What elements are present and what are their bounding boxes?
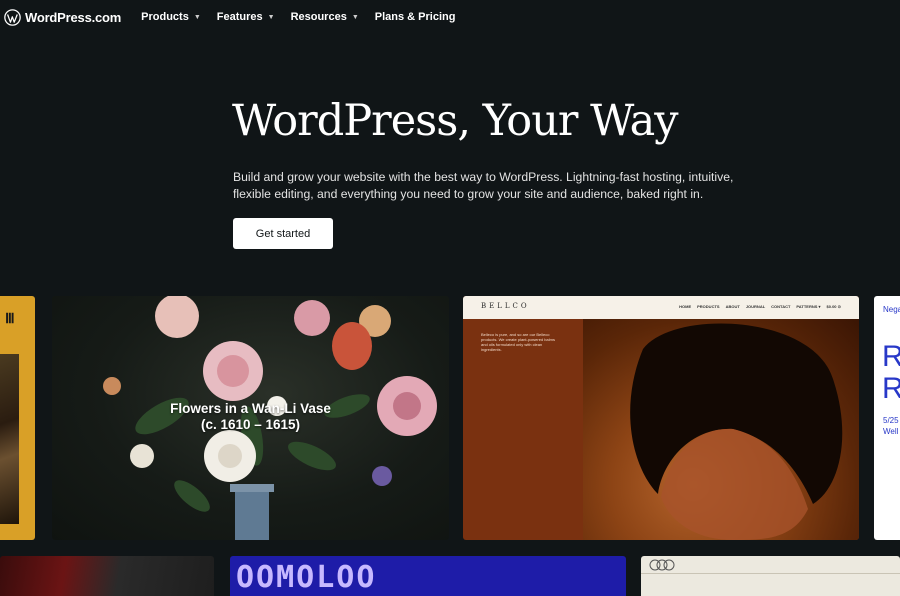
belleco-link: CONTACT [771,304,791,309]
portrait-photo [583,319,859,540]
belleco-header: BELLCO HOME PRODUCTS ABOUT JOURNAL CONTA… [463,296,859,319]
white-card-nav: Nega [883,305,900,314]
painting-image [0,354,19,524]
hero-title: WordPress, Your Way [232,96,678,146]
nav-plans-pricing-label: Plans & Pricing [374,11,456,23]
white-card-heading-2: R [882,372,900,405]
showcase-card-blue[interactable]: OOMOLOO [230,556,626,596]
showcase-card-red[interactable] [0,556,214,596]
flowers-caption-line2: (c. 1610 – 1615) [200,417,301,432]
chevron-down-icon: ▼ [267,13,275,21]
belleco-brand: BELLCO [481,302,530,310]
white-card-venue: Well [883,427,899,436]
belleco-nav: HOME PRODUCTS ABOUT JOURNAL CONTACT PATT… [679,304,841,309]
cream-card-header [641,556,900,574]
nav-plans-pricing[interactable]: Plans & Pricing [375,11,456,23]
flowers-caption-line1: Flowers in a Wan-Li Vase [170,401,331,416]
showcase-card-white[interactable]: Nega R R 5/25 Well [874,296,900,540]
nav-resources[interactable]: Resources ▼ [291,11,359,23]
showcase-card-flowers[interactable]: Flowers in a Wan-Li Vase (c. 1610 – 1615… [52,296,449,540]
chevron-down-icon: ▼ [193,13,201,21]
nav-features[interactable]: Features ▼ [217,11,275,23]
belleco-link: $0.00 ⊙ [826,304,841,309]
showcase-card-yellow[interactable]: Ⅲ [0,296,35,540]
white-card-meta: 5/25 Well [883,415,899,437]
nav-resources-label: Resources [290,11,347,23]
logo-text: WordPress.com [25,9,122,25]
white-card-heading-1: R [882,340,900,373]
showcase-card-cream[interactable] [641,556,900,596]
belleco-link: PATTERNS ▾ [796,304,821,309]
nav-features-label: Features [216,11,263,23]
blue-card-heading: OOMOLOO [236,560,377,595]
belleco-link: HOME [679,304,692,309]
showcase-card-belleco[interactable]: BELLCO HOME PRODUCTS ABOUT JOURNAL CONTA… [463,296,859,540]
top-nav: WordPress.com Products ▼ Features ▼ Reso… [0,0,900,34]
hero-subtitle: Build and grow your website with the bes… [233,170,734,201]
white-card-date: 5/25 [883,416,899,425]
nav-products-label: Products [141,11,189,23]
chevron-down-icon: ▼ [351,13,359,21]
get-started-button[interactable]: Get started [233,218,333,249]
wordpress-logo[interactable]: WordPress.com [4,8,122,26]
flowers-caption: Flowers in a Wan-Li Vase (c. 1610 – 1615… [52,401,449,433]
belleco-link: JOURNAL [745,304,766,309]
rings-logo-icon [649,559,675,571]
nav-products[interactable]: Products ▼ [141,11,201,23]
wordpress-icon [4,8,21,26]
belleco-link: ABOUT [725,304,740,309]
menu-icon: Ⅲ [5,310,15,326]
belleco-link: PRODUCTS [697,304,720,309]
belleco-intro: Belleco is pure, and so are our Belleco … [481,332,555,352]
